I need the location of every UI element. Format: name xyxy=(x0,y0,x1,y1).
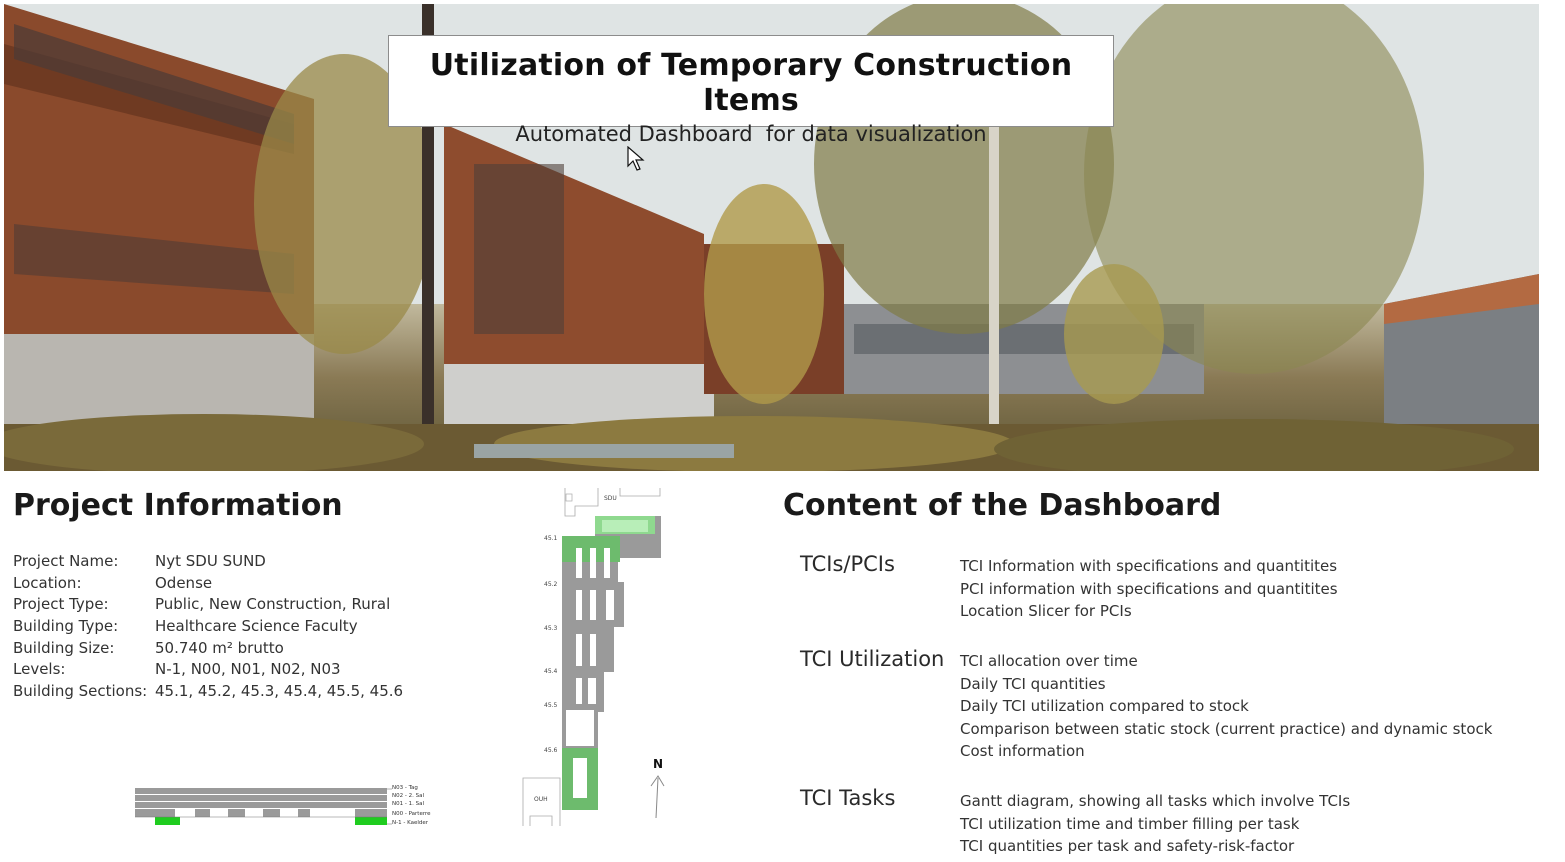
info-label: Project Name: xyxy=(13,552,119,570)
hero-image: Utilization of Temporary Construction It… xyxy=(4,4,1539,471)
info-row-location: Location: Odense xyxy=(13,573,403,595)
title-box: Utilization of Temporary Construction It… xyxy=(388,35,1114,146)
list-item: Daily TCI utilization compared to stock xyxy=(960,697,1249,715)
category-tci-tasks: TCI Tasks xyxy=(800,786,896,810)
info-row-project-type: Project Type: Public, New Construction, … xyxy=(13,594,403,616)
section-label: 45.2 xyxy=(544,581,558,588)
section-label: 45.5 xyxy=(544,702,558,709)
info-value: 45.1, 45.2, 45.3, 45.4, 45.5, 45.6 xyxy=(155,682,404,701)
level-label: N00 - Parterre xyxy=(392,811,431,817)
category-items-tci-tasks: Gantt diagram, showing all tasks which i… xyxy=(960,790,1350,858)
info-label: Levels: xyxy=(13,660,66,679)
dashboard-subtitle: Automated Dashboard for data visualizati… xyxy=(515,122,987,146)
list-item: Gantt diagram, showing all tasks which i… xyxy=(960,792,1351,810)
info-label: Building Sections: xyxy=(13,682,148,701)
info-row-project-name: Project Name: Nyt SDU SUND xyxy=(13,551,403,573)
list-item: TCI quantities per task and safety-risk-… xyxy=(960,837,1295,855)
category-items-tcis-pcis: TCI Information with specifications and … xyxy=(960,555,1338,623)
info-value: Odense xyxy=(155,573,213,592)
section-label: 45.1 xyxy=(544,535,558,542)
info-label: Location: xyxy=(13,573,82,592)
project-info-table: Project Name: Nyt SDU SUND Location: Ode… xyxy=(13,551,403,703)
list-item: Comparison between static stock (current… xyxy=(960,719,1493,738)
section-label: 45.6 xyxy=(544,747,558,754)
list-item: Cost information xyxy=(960,742,1085,760)
info-value: 50.740 m² brutto xyxy=(155,638,284,657)
info-value: Healthcare Science Faculty xyxy=(155,617,358,636)
list-item: TCI utilization time and timber filling … xyxy=(960,814,1300,833)
list-item: TCI allocation over time xyxy=(960,652,1138,670)
list-item: PCI information with specifications and … xyxy=(960,579,1338,598)
section-label: 45.4 xyxy=(544,668,558,675)
category-tci-utilization: TCI Utilization xyxy=(800,647,945,671)
level-label: N01 - 1. Sal xyxy=(392,801,424,807)
info-label: Building Size: xyxy=(13,638,115,657)
info-label: Building Type: xyxy=(13,617,119,636)
info-value: Nyt SDU SUND xyxy=(155,552,266,570)
north-label: N xyxy=(653,757,663,771)
level-label: N02 - 2. Sal xyxy=(392,793,424,799)
info-row-building-type: Building Type: Healthcare Science Facult… xyxy=(13,616,403,638)
level-label: N03 - Tag xyxy=(392,785,418,791)
project-information-heading: Project Information xyxy=(13,488,343,523)
ouh-label: OUH xyxy=(534,796,548,803)
info-row-building-size: Building Size: 50.740 m² brutto xyxy=(13,638,403,660)
info-row-levels: Levels: N-1, N00, N01, N02, N03 xyxy=(13,659,403,681)
list-item: Daily TCI quantities xyxy=(960,674,1106,693)
list-item: Location Slicer for PCIs xyxy=(960,602,1132,620)
info-value: N-1, N00, N01, N02, N03 xyxy=(155,660,341,679)
building-section-diagram: N03 - Tag N02 - 2. Sal N01 - 1. Sal N00 … xyxy=(135,785,431,826)
info-label: Project Type: xyxy=(13,595,109,614)
category-tcis-pcis: TCIs/PCIs xyxy=(800,552,895,576)
section-label: 45.3 xyxy=(544,625,558,632)
info-row-building-sections: Building Sections: 45.1, 45.2, 45.3, 45.… xyxy=(13,681,403,703)
level-label: N-1 - Kaelder xyxy=(392,820,429,826)
site-plan-diagram: SDU 45.1 45.2 45.3 45.4 45.5 45.6 OUH N xyxy=(522,488,665,826)
mouse-cursor-icon xyxy=(627,146,645,171)
info-value: Public, New Construction, Rural xyxy=(155,595,391,614)
sdu-label: SDU xyxy=(604,495,617,502)
list-item: TCI Information with specifications and … xyxy=(960,557,1338,575)
dashboard-content-heading: Content of the Dashboard xyxy=(783,488,1222,523)
category-items-tci-utilization: TCI allocation over time Daily TCI quant… xyxy=(960,650,1492,763)
dashboard-title: Utilization of Temporary Construction It… xyxy=(429,48,1073,118)
